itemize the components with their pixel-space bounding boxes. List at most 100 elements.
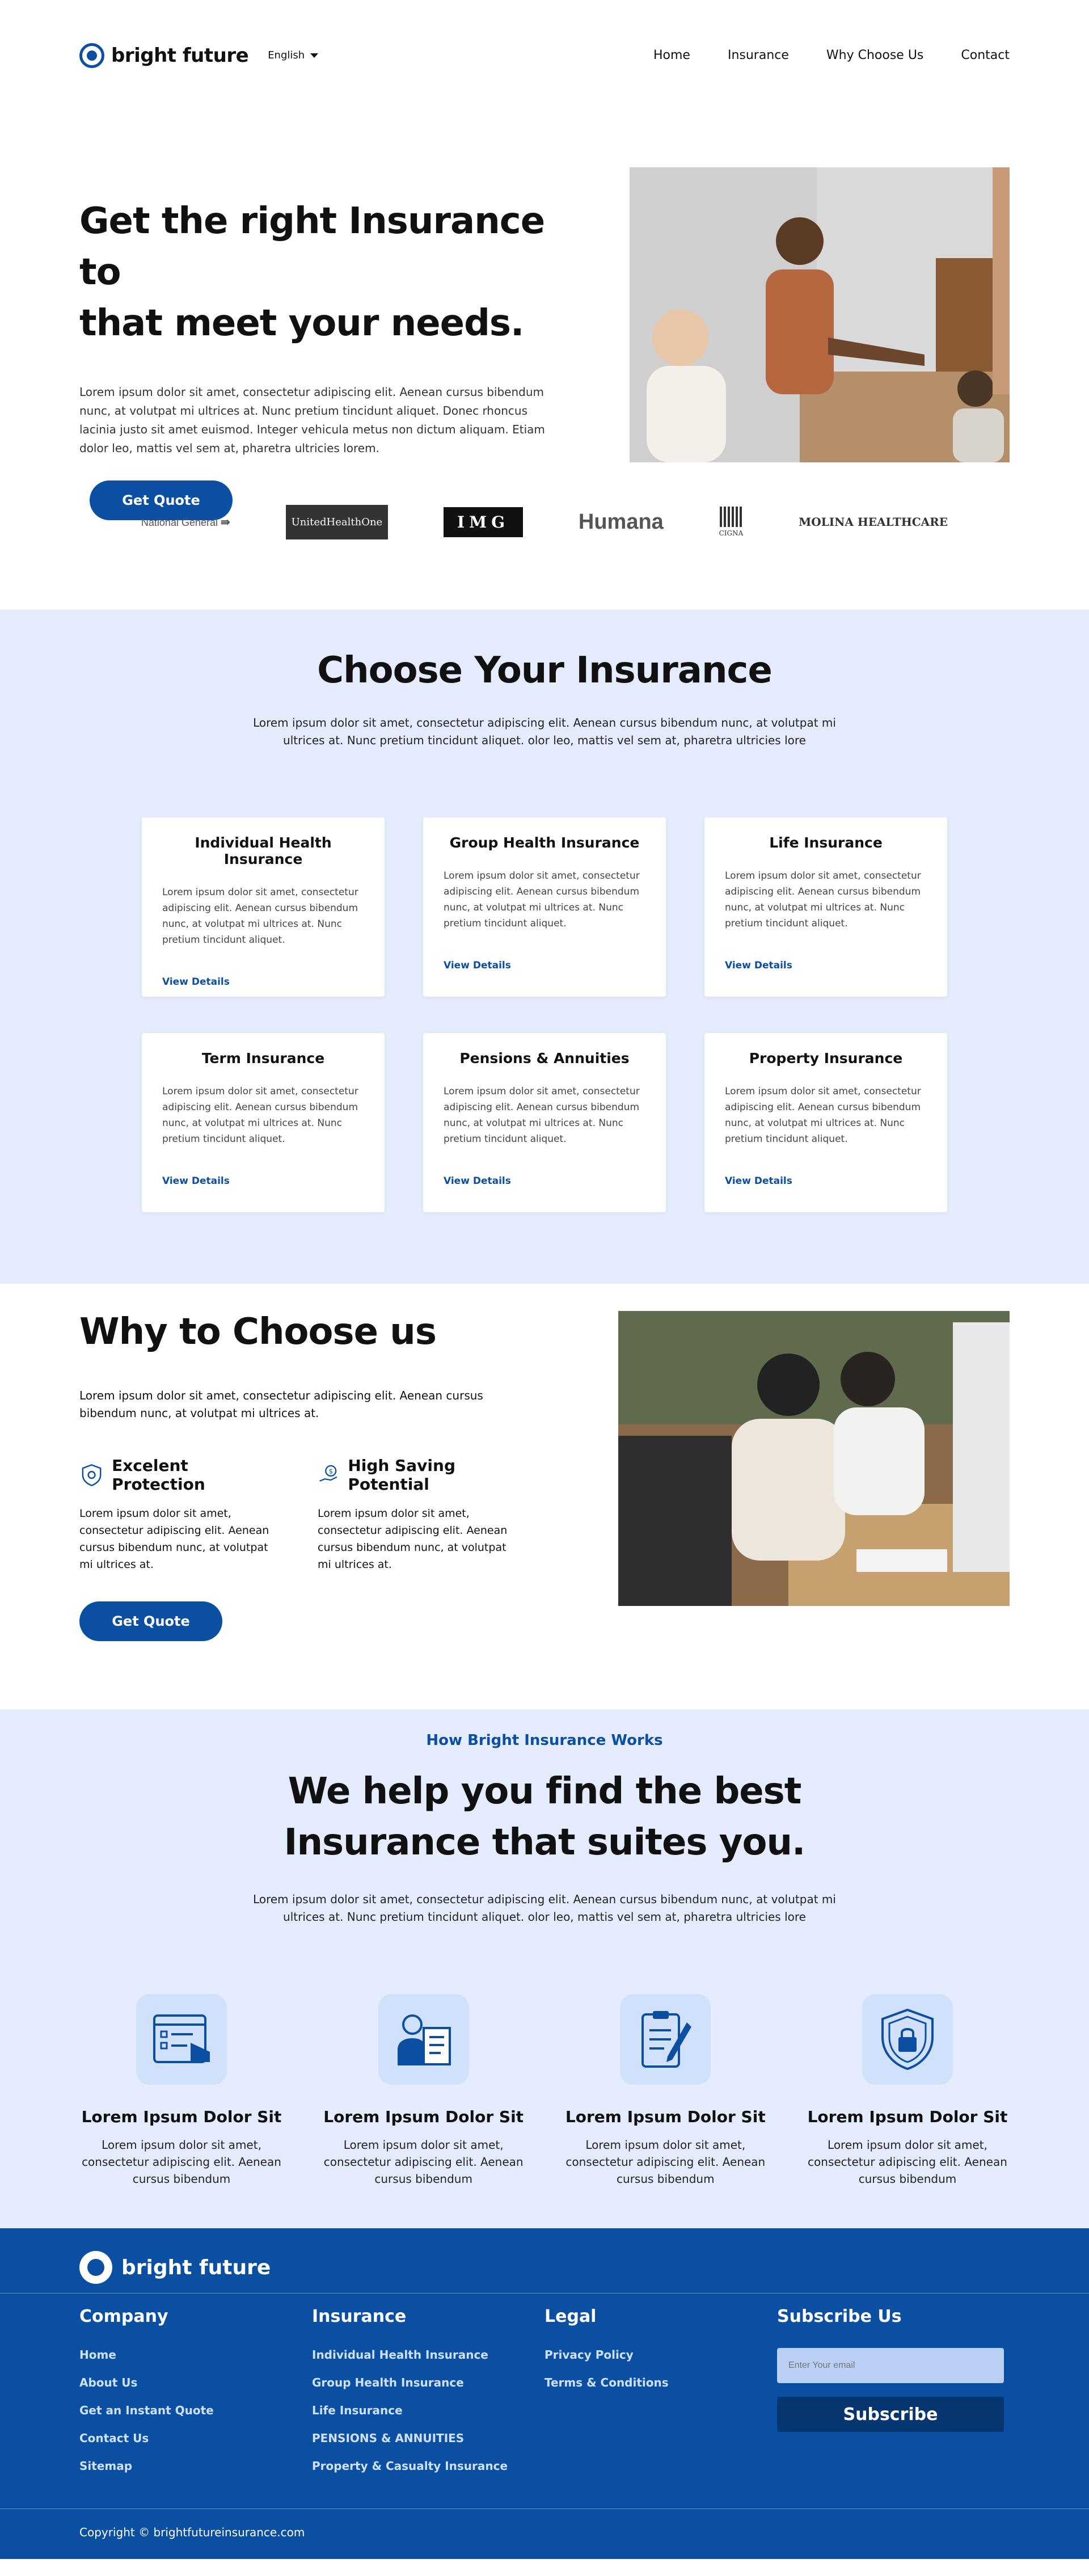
card-title: Property Insurance (749, 1050, 903, 1066)
nav-home[interactable]: Home (653, 48, 690, 62)
section-kicker: How Bright Insurance Works (426, 1732, 663, 1749)
section-description: Lorem ipsum dolor sit amet, consectetur … (253, 1892, 836, 1924)
logo-molina: MOLINA HEALTHCARE (799, 515, 948, 529)
footer-brand-name: bright future (121, 2255, 271, 2279)
hero-image (630, 167, 1010, 462)
hero-title: Get the right Insurance to that meet you… (79, 196, 550, 349)
card-description: Lorem ipsum dolor sit amet, consectetur … (162, 1086, 358, 1145)
language-label: English (268, 49, 305, 61)
site-footer: bright future Company Home About Us Get … (0, 2228, 1089, 2559)
insurance-card: Property Insurance Lorem ipsum dolor sit… (704, 1033, 947, 1212)
title-line-2: Insurance that suites you. (284, 1822, 806, 1864)
nav-why-choose-us[interactable]: Why Choose Us (826, 48, 924, 62)
footer-link[interactable]: Get an Instant Quote (79, 2404, 312, 2417)
brand[interactable]: bright future (79, 43, 249, 68)
email-field[interactable] (777, 2348, 1004, 2383)
money-hand-icon: $ (319, 1465, 337, 1482)
nav-insurance[interactable]: Insurance (728, 48, 789, 62)
footer-link[interactable]: Individual Health Insurance (312, 2348, 544, 2362)
card-description: Lorem ipsum dolor sit amet, consectetur … (162, 887, 358, 946)
insurance-card: Life Insurance Lorem ipsum dolor sit ame… (704, 817, 947, 997)
subscribe-button[interactable]: Subscribe (777, 2397, 1004, 2432)
view-details-link[interactable]: View Details (444, 1175, 645, 1187)
title-line-1: We help you find the best (288, 1770, 802, 1812)
insurance-cards: Individual Health Insurance Lorem ipsum … (142, 817, 947, 1212)
footer-col-company: Company Home About Us Get an Instant Quo… (79, 2307, 312, 2487)
logo-humana: Humana (578, 509, 664, 534)
step-item: Lorem Ipsum Dolor Sit Lorem ipsum dolor … (74, 1994, 289, 2187)
feature-description: Lorem ipsum dolor sit amet, consectetur … (318, 1507, 508, 1571)
footer-link[interactable]: Sitemap (79, 2459, 312, 2473)
footer-link[interactable]: Life Insurance (312, 2404, 544, 2417)
footer-link[interactable]: Group Health Insurance (312, 2376, 544, 2389)
footer-link[interactable]: Home (79, 2348, 312, 2362)
step-item: Lorem Ipsum Dolor Sit Lorem ipsum dolor … (558, 1994, 773, 2187)
view-details-link[interactable]: View Details (162, 1175, 364, 1187)
footer-col-insurance: Insurance Individual Health Insurance Gr… (312, 2307, 544, 2487)
section-title: Choose Your Insurance (317, 650, 773, 692)
brand-name: bright future (111, 44, 249, 67)
step-item: Lorem Ipsum Dolor Sit Lorem ipsum dolor … (800, 1994, 1015, 2187)
how-it-works-section: How Bright Insurance Works We help you f… (0, 1709, 1089, 2228)
footer-link[interactable]: PENSIONS & ANNUITIES (312, 2431, 544, 2445)
agent-document-icon (397, 2014, 451, 2065)
card-description: Lorem ipsum dolor sit amet, consectetur … (725, 870, 921, 929)
hero-description: Lorem ipsum dolor sit amet, consectetur … (79, 385, 545, 455)
brand-logo-icon (79, 43, 104, 68)
footer-col-subscribe: Subscribe Us Subscribe (777, 2307, 1010, 2487)
footer-divider (0, 2508, 1089, 2509)
subscribe-title: Subscribe Us (777, 2307, 902, 2326)
card-title: Pensions & Annuities (459, 1050, 630, 1066)
feature-protection: Excelent Protection Lorem ipsum dolor si… (79, 1456, 284, 1573)
hero-section: Get the right Insurance to that meet you… (0, 111, 1089, 520)
step-description: Lorem ipsum dolor sit amet, consectetur … (565, 2138, 766, 2186)
brand-logo-icon (79, 2251, 112, 2284)
step-description: Lorem ipsum dolor sit amet, consectetur … (82, 2138, 281, 2186)
language-selector[interactable]: English (268, 49, 319, 61)
get-quote-button[interactable]: Get Quote (90, 480, 233, 520)
step-title: Lorem Ipsum Dolor Sit (565, 2107, 766, 2126)
insurance-card: Group Health Insurance Lorem ipsum dolor… (423, 817, 666, 997)
insurance-card: Pensions & Annuities Lorem ipsum dolor s… (423, 1033, 666, 1212)
step-title: Lorem Ipsum Dolor Sit (81, 2107, 282, 2126)
site-header: bright future English Home Insurance Why… (0, 0, 1089, 111)
hero-title-line-1: Get the right Insurance to (79, 200, 545, 293)
copyright: Copyright © brightfutureinsurance.com (79, 2526, 305, 2539)
handshake-photo (630, 167, 1010, 462)
footer-link[interactable]: About Us (79, 2376, 312, 2389)
footer-link[interactable]: Property & Casualty Insurance (312, 2459, 544, 2473)
section-description: Lorem ipsum dolor sit amet, consectetur … (253, 716, 836, 747)
view-details-link[interactable]: View Details (162, 976, 364, 988)
main-nav: Home Insurance Why Choose Us Contact (653, 48, 1010, 62)
card-title: Individual Health Insurance (195, 834, 332, 867)
step-icon-wrap (378, 1994, 469, 2085)
card-description: Lorem ipsum dolor sit amet, consectetur … (444, 1086, 640, 1145)
view-details-link[interactable]: View Details (444, 960, 645, 971)
get-quote-button[interactable]: Get Quote (79, 1601, 222, 1641)
step-title: Lorem Ipsum Dolor Sit (807, 2107, 1008, 2126)
step-description: Lorem ipsum dolor sit amet, consectetur … (808, 2138, 1007, 2186)
nav-contact[interactable]: Contact (961, 48, 1010, 62)
footer-link[interactable]: Privacy Policy (544, 2348, 777, 2362)
logo-cigna: CIGNA (719, 507, 743, 537)
feature-saving: $ High Saving Potential Lorem ipsum dolo… (318, 1456, 522, 1573)
feature-title: High Saving Potential (348, 1456, 455, 1494)
support-agents-image (618, 1311, 1010, 1606)
footer-col-legal: Legal Privacy Policy Terms & Conditions (544, 2307, 777, 2487)
feature-description: Lorem ipsum dolor sit amet, consectetur … (79, 1507, 269, 1571)
view-details-link[interactable]: View Details (725, 960, 927, 971)
step-icon-wrap (620, 1994, 711, 2085)
footer-col-title: Insurance (312, 2307, 407, 2326)
logo-national-general: National General ⇛ (141, 516, 230, 529)
shield-lock-icon (881, 2008, 934, 2071)
footer-link[interactable]: Terms & Conditions (544, 2376, 777, 2389)
step-title: Lorem Ipsum Dolor Sit (323, 2107, 524, 2126)
call-center-photo (618, 1311, 1010, 1606)
card-title: Life Insurance (769, 834, 883, 851)
footer-col-title: Legal (544, 2307, 597, 2326)
view-details-link[interactable]: View Details (725, 1175, 927, 1187)
form-click-icon (153, 2014, 210, 2063)
why-title: Why to Choose us (79, 1311, 437, 1353)
footer-brand[interactable]: bright future (0, 2228, 1089, 2284)
footer-link[interactable]: Contact Us (79, 2431, 312, 2445)
